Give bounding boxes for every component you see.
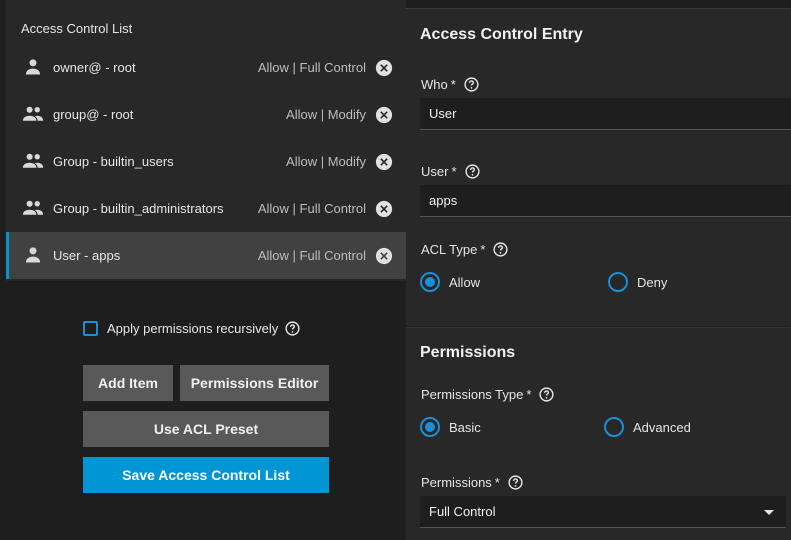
- permissions-type-advanced-radio[interactable]: Advanced: [604, 417, 691, 437]
- acl-list-title: Access Control List: [21, 21, 133, 36]
- acl-entry-row[interactable]: owner@ - root Allow | Full Control: [6, 44, 406, 91]
- remove-entry-icon[interactable]: [375, 153, 393, 171]
- acl-entry-who: User - apps: [53, 248, 121, 263]
- save-acl-button[interactable]: Save Access Control List: [83, 457, 329, 493]
- help-icon[interactable]: [285, 321, 300, 336]
- permissions-select[interactable]: Full Control: [420, 496, 786, 528]
- section-divider-shade: [406, 327, 791, 328]
- required-mark: *: [494, 475, 500, 490]
- use-acl-preset-button[interactable]: Use ACL Preset: [83, 411, 329, 447]
- required-mark: *: [526, 387, 532, 402]
- required-mark: *: [450, 77, 456, 92]
- group-icon: [22, 153, 44, 168]
- permissions-label-text: Permissions: [421, 475, 492, 490]
- acl-type-deny-radio[interactable]: Deny: [608, 272, 667, 292]
- right-top-bar: [406, 0, 791, 8]
- help-icon[interactable]: [539, 387, 555, 402]
- user-input[interactable]: apps: [420, 185, 791, 217]
- acl-panel: Access Control List owner@ - root Allow …: [0, 0, 406, 540]
- apply-recursively-checkbox[interactable]: [83, 321, 98, 336]
- user-label: User *: [421, 164, 480, 179]
- permissions-type-basic-label: Basic: [449, 419, 481, 435]
- person-icon: [25, 247, 41, 263]
- acl-type-label: ACL Type *: [421, 242, 509, 257]
- acl-entry-permission: Allow | Full Control: [257, 248, 366, 263]
- help-icon[interactable]: [464, 77, 479, 92]
- who-label: Who *: [421, 77, 479, 92]
- group-icon: [22, 106, 44, 121]
- permissions-type-label-text: Permissions Type: [421, 387, 524, 402]
- acl-entry-permission: Allow | Full Control: [257, 201, 366, 216]
- permissions-type-label: Permissions Type *: [421, 387, 555, 402]
- acl-list-card: Access Control List owner@ - root Allow …: [6, 8, 406, 281]
- permissions-title: Permissions: [420, 344, 516, 361]
- radio-unchecked[interactable]: [608, 272, 628, 292]
- acl-entry-row[interactable]: group@ - root Allow | Modify: [6, 91, 406, 138]
- acl-entry-who: group@ - root: [53, 107, 134, 122]
- help-icon[interactable]: [508, 475, 523, 490]
- permissions-type-advanced-label: Advanced: [633, 419, 691, 435]
- apply-recursively-option: Apply permissions recursively: [83, 321, 300, 336]
- group-icon: [22, 200, 44, 215]
- radio-checked[interactable]: [420, 417, 440, 437]
- user-label-text: User: [421, 164, 449, 179]
- acl-entry-permission: Allow | Modify: [286, 154, 366, 169]
- ace-editor-panel: Access Control Entry Who * User User * app…: [406, 8, 791, 540]
- permissions-label: Permissions *: [421, 475, 523, 490]
- remove-entry-icon[interactable]: [375, 247, 393, 265]
- acl-entry-permission: Allow | Modify: [286, 107, 366, 122]
- permissions-select-value: Full Control: [429, 504, 496, 519]
- remove-entry-icon[interactable]: [375, 59, 393, 77]
- who-label-text: Who: [421, 77, 448, 92]
- acl-type-deny-label: Deny: [637, 274, 668, 290]
- person-icon: [25, 59, 41, 75]
- remove-entry-icon[interactable]: [375, 200, 393, 218]
- ace-title: Access Control Entry: [420, 26, 583, 43]
- chevron-down-icon[interactable]: [764, 510, 774, 515]
- acl-entry-row-selected[interactable]: User - apps Allow | Full Control: [6, 232, 406, 279]
- help-icon[interactable]: [493, 242, 509, 257]
- acl-type-allow-radio[interactable]: Allow: [420, 272, 480, 292]
- who-select[interactable]: User: [420, 98, 791, 130]
- permissions-editor-button[interactable]: Permissions Editor: [180, 365, 329, 401]
- add-item-button[interactable]: Add Item: [83, 365, 173, 401]
- remove-entry-icon[interactable]: [375, 106, 393, 124]
- acl-entry-row[interactable]: Group - builtin_administrators Allow | F…: [6, 185, 406, 232]
- acl-entry-who: owner@ - root: [53, 60, 136, 75]
- required-mark: *: [451, 164, 457, 179]
- radio-unchecked[interactable]: [604, 417, 624, 437]
- radio-checked[interactable]: [420, 272, 440, 292]
- acl-type-allow-label: Allow: [449, 274, 481, 290]
- top-bar: [6, 0, 406, 8]
- acl-entry-who: Group - builtin_administrators: [53, 201, 224, 216]
- acl-entry-who: Group - builtin_users: [53, 154, 174, 169]
- acl-entry-row[interactable]: Group - builtin_users Allow | Modify: [6, 138, 406, 185]
- permissions-type-basic-radio[interactable]: Basic: [420, 417, 481, 437]
- required-mark: *: [480, 242, 486, 257]
- apply-recursively-label: Apply permissions recursively: [107, 321, 279, 336]
- acl-entry-permission: Allow | Full Control: [257, 60, 366, 75]
- acl-type-label-text: ACL Type: [421, 242, 478, 257]
- help-icon[interactable]: [464, 164, 480, 179]
